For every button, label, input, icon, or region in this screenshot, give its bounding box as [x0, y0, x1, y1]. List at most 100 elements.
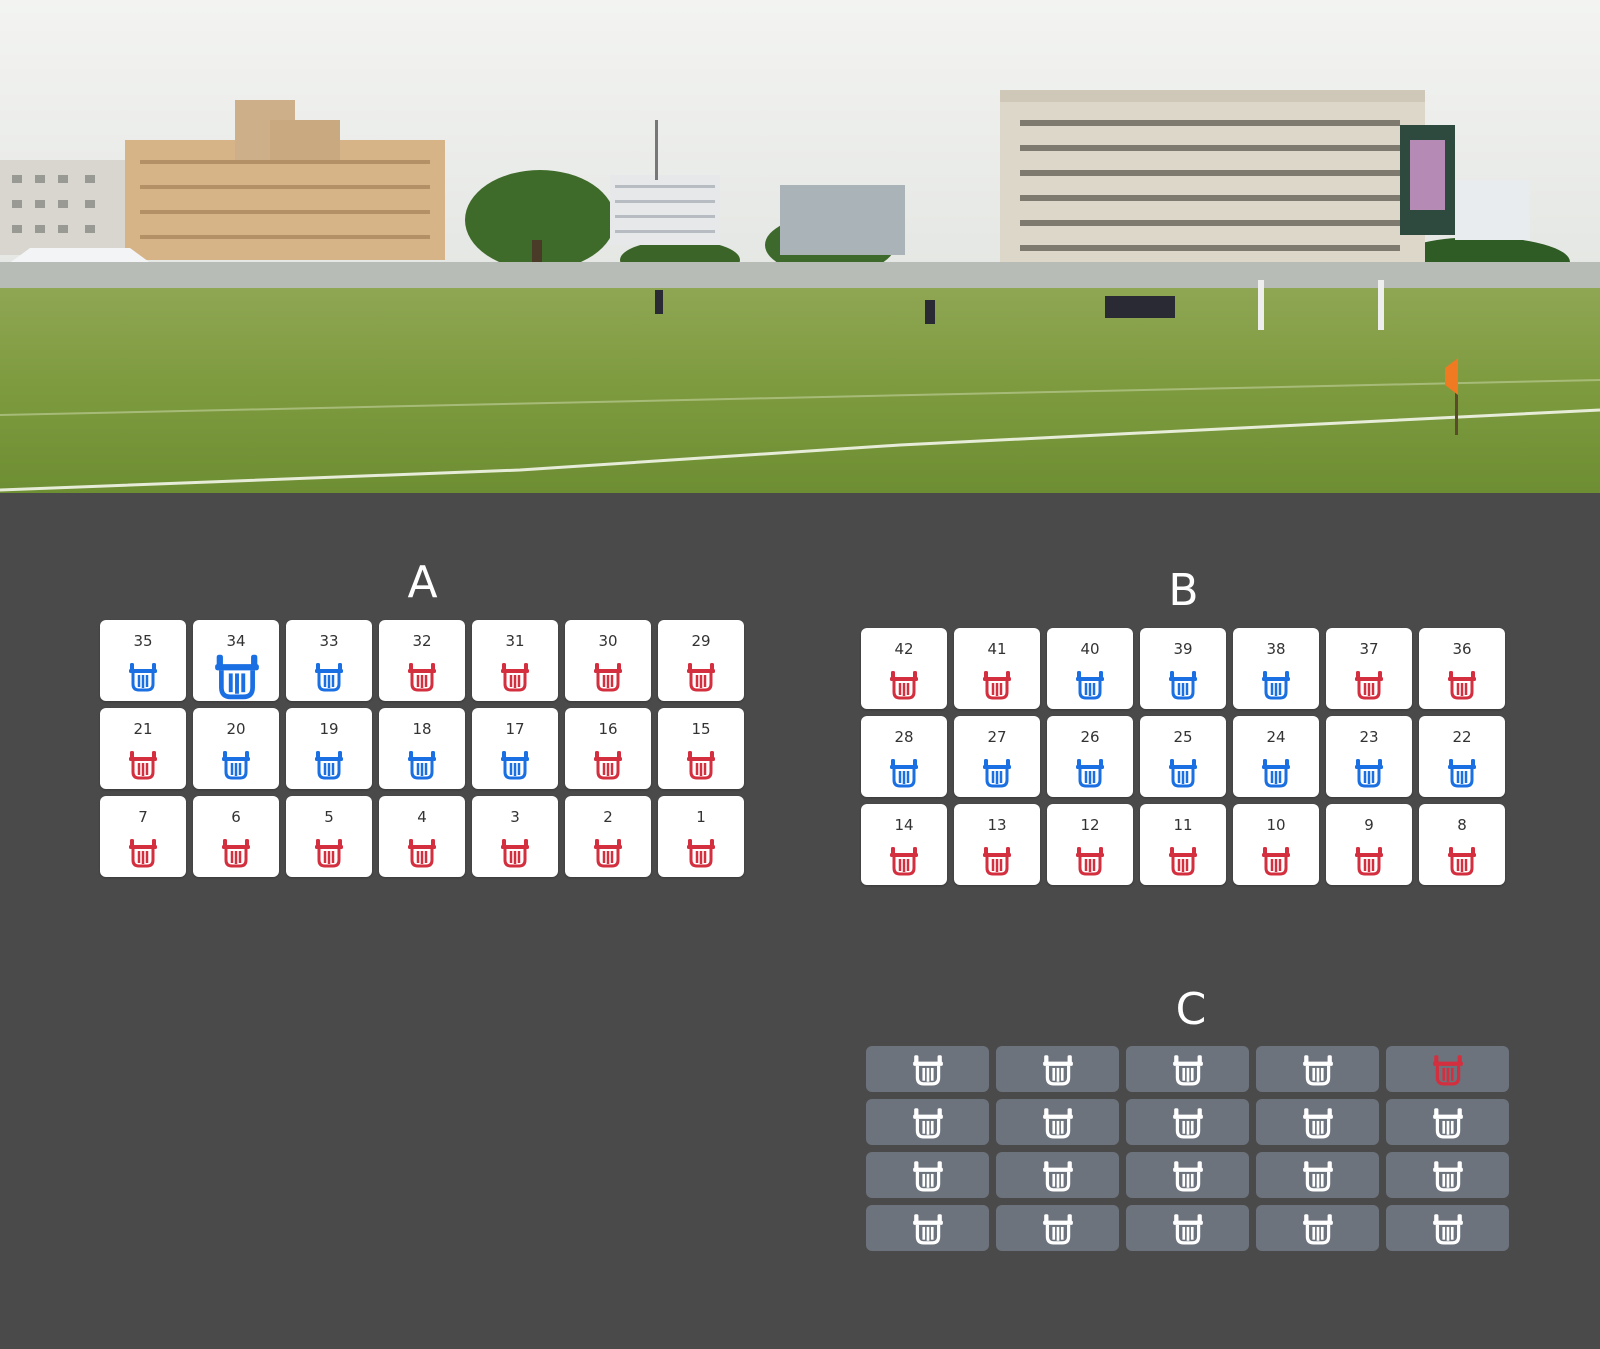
seat-icon — [981, 668, 1013, 700]
seat-6[interactable]: 6 — [193, 796, 279, 877]
seat-number: 36 — [1452, 640, 1472, 658]
seat-number: 27 — [987, 728, 1007, 746]
seat-icon — [406, 748, 438, 780]
seat-number: 30 — [598, 632, 618, 650]
seat-icon — [1171, 1104, 1205, 1140]
seat-number: 38 — [1266, 640, 1286, 658]
seat-icon — [911, 1051, 945, 1087]
seat-icon — [1431, 1051, 1465, 1087]
seat-icon — [406, 836, 438, 868]
section-b: B 42 41 40 39 38 37 36 28 27 26 25 24 23 22 14 13 12 11 10… — [861, 563, 1506, 893]
standing-spot[interactable] — [996, 1152, 1119, 1198]
seat-1[interactable]: 1 — [658, 796, 744, 877]
seat-icon — [1446, 668, 1478, 700]
seat-11[interactable]: 11 — [1140, 804, 1226, 885]
seat-icon — [313, 660, 345, 692]
seat-20[interactable]: 20 — [193, 708, 279, 789]
seat-icon — [1353, 844, 1385, 876]
standing-spot[interactable] — [866, 1099, 989, 1145]
standing-spot[interactable] — [996, 1099, 1119, 1145]
seat-icon — [1167, 668, 1199, 700]
seat-number: 6 — [231, 808, 241, 826]
standing-spot[interactable] — [1126, 1205, 1249, 1251]
seat-number: 26 — [1080, 728, 1100, 746]
seat-number: 14 — [894, 816, 914, 834]
seat-12[interactable]: 12 — [1047, 804, 1133, 885]
section-b-label: B — [1168, 565, 1199, 616]
seat-number: 18 — [412, 720, 432, 738]
standing-spot[interactable] — [866, 1205, 989, 1251]
seat-5[interactable]: 5 — [286, 796, 372, 877]
seat-29[interactable]: 29 — [658, 620, 744, 701]
seat-18[interactable]: 18 — [379, 708, 465, 789]
seat-34[interactable]: 34 — [193, 620, 279, 701]
seat-40[interactable]: 40 — [1047, 628, 1133, 709]
seat-number: 4 — [417, 808, 427, 826]
seat-21[interactable]: 21 — [100, 708, 186, 789]
seat-4[interactable]: 4 — [379, 796, 465, 877]
standing-spot[interactable] — [866, 1046, 989, 1092]
seat-icon — [1301, 1104, 1335, 1140]
seat-number: 34 — [226, 632, 246, 650]
seat-38[interactable]: 38 — [1233, 628, 1319, 709]
seat-35[interactable]: 35 — [100, 620, 186, 701]
seat-16[interactable]: 16 — [565, 708, 651, 789]
seat-7[interactable]: 7 — [100, 796, 186, 877]
seat-17[interactable]: 17 — [472, 708, 558, 789]
seat-number: 8 — [1457, 816, 1467, 834]
standing-spot[interactable] — [1386, 1099, 1509, 1145]
seat-24[interactable]: 24 — [1233, 716, 1319, 797]
seat-number: 7 — [138, 808, 148, 826]
seat-15[interactable]: 15 — [658, 708, 744, 789]
seat-3[interactable]: 3 — [472, 796, 558, 877]
seat-19[interactable]: 19 — [286, 708, 372, 789]
seat-39[interactable]: 39 — [1140, 628, 1226, 709]
seat-number: 16 — [598, 720, 618, 738]
seat-14[interactable]: 14 — [861, 804, 947, 885]
seat-13[interactable]: 13 — [954, 804, 1040, 885]
standing-spot[interactable] — [1256, 1099, 1379, 1145]
seat-33[interactable]: 33 — [286, 620, 372, 701]
seat-37[interactable]: 37 — [1326, 628, 1412, 709]
seat-31[interactable]: 31 — [472, 620, 558, 701]
standing-spot[interactable] — [1386, 1152, 1509, 1198]
seat-icon — [1353, 756, 1385, 788]
standing-spot[interactable] — [1256, 1046, 1379, 1092]
seat-icon — [888, 844, 920, 876]
seat-icon — [1041, 1210, 1075, 1246]
standing-spot[interactable] — [1256, 1152, 1379, 1198]
standing-spot[interactable] — [866, 1152, 989, 1198]
seat-number: 11 — [1173, 816, 1193, 834]
seat-icon — [592, 748, 624, 780]
standing-spot[interactable] — [1126, 1152, 1249, 1198]
seat-26[interactable]: 26 — [1047, 716, 1133, 797]
seat-10[interactable]: 10 — [1233, 804, 1319, 885]
seat-32[interactable]: 32 — [379, 620, 465, 701]
seat-icon — [685, 660, 717, 692]
standing-spot[interactable] — [1126, 1099, 1249, 1145]
seat-42[interactable]: 42 — [861, 628, 947, 709]
seat-number: 42 — [894, 640, 914, 658]
standing-spot[interactable] — [1256, 1205, 1379, 1251]
seat-2[interactable]: 2 — [565, 796, 651, 877]
seat-9[interactable]: 9 — [1326, 804, 1412, 885]
seat-36[interactable]: 36 — [1419, 628, 1505, 709]
seat-number: 20 — [226, 720, 246, 738]
seat-8[interactable]: 8 — [1419, 804, 1505, 885]
standing-spot[interactable] — [1386, 1205, 1509, 1251]
seat-number: 40 — [1080, 640, 1100, 658]
standing-spot[interactable] — [1126, 1046, 1249, 1092]
standing-spot[interactable] — [1386, 1046, 1509, 1092]
seat-25[interactable]: 25 — [1140, 716, 1226, 797]
seat-22[interactable]: 22 — [1419, 716, 1505, 797]
seat-27[interactable]: 27 — [954, 716, 1040, 797]
standing-spot[interactable] — [996, 1046, 1119, 1092]
seat-30[interactable]: 30 — [565, 620, 651, 701]
standing-spot[interactable] — [996, 1205, 1119, 1251]
seat-41[interactable]: 41 — [954, 628, 1040, 709]
seat-23[interactable]: 23 — [1326, 716, 1412, 797]
seat-icon — [1301, 1210, 1335, 1246]
seat-28[interactable]: 28 — [861, 716, 947, 797]
seat-number: 28 — [894, 728, 914, 746]
seat-icon — [1260, 756, 1292, 788]
